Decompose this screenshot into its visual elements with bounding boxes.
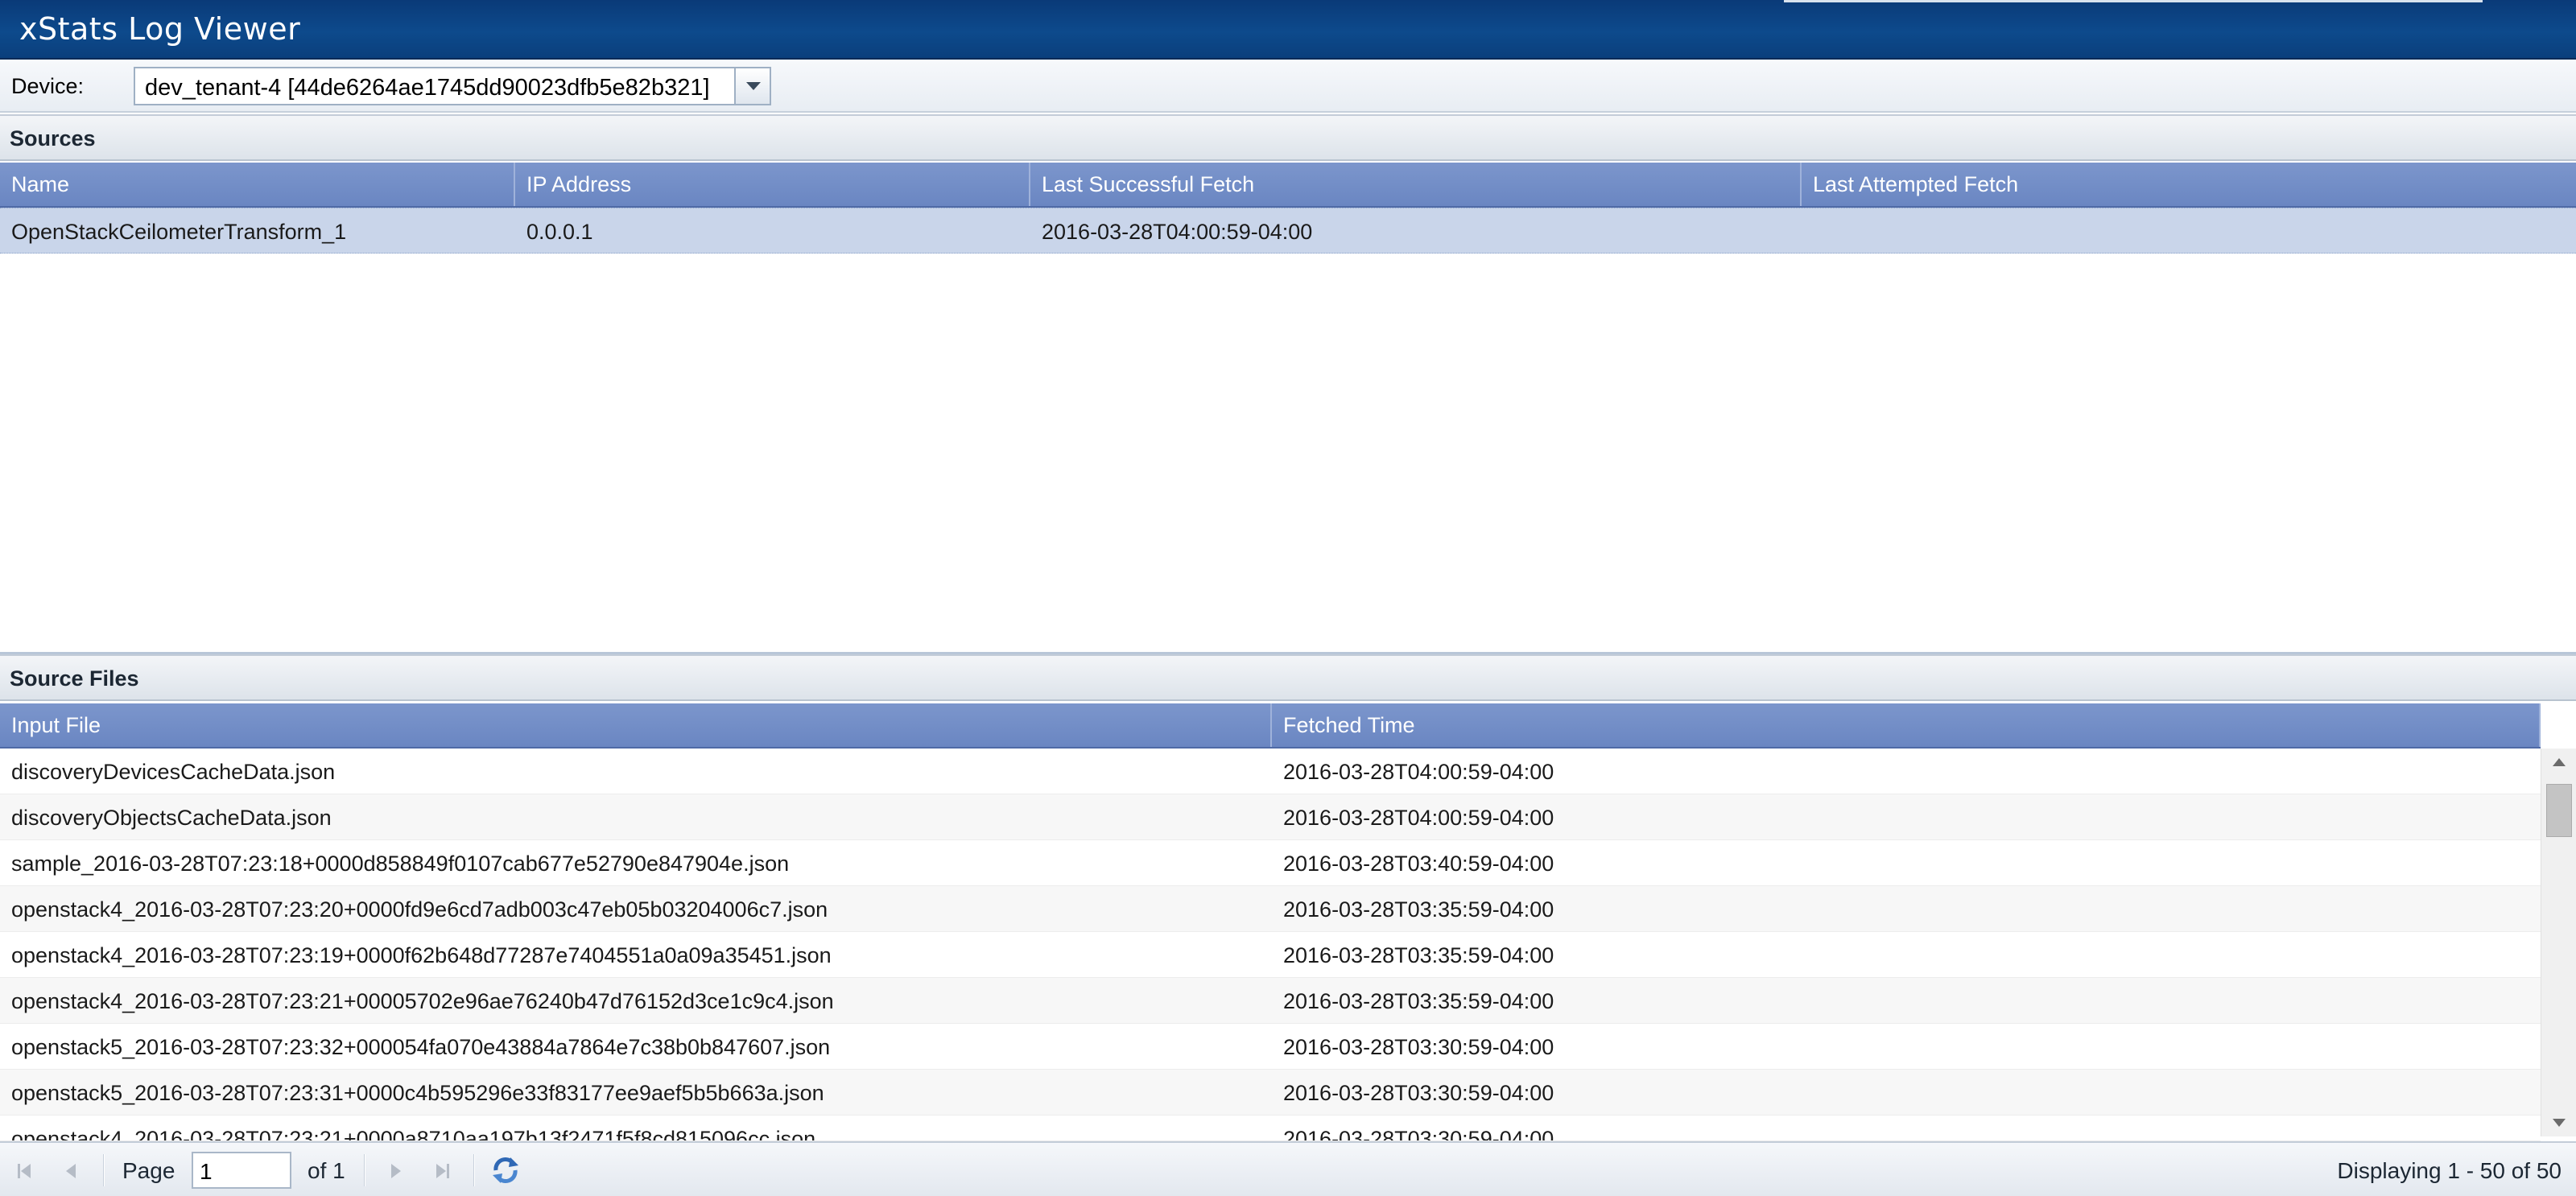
input-file-cell: openstack5_2016-03-28T07:23:31+0000c4b59… — [11, 1081, 824, 1105]
device-bar: Device: dev_tenant-4 [44de6264ae1745dd90… — [0, 61, 2576, 113]
toolbar-separator — [364, 1154, 365, 1186]
previous-page-icon[interactable] — [58, 1157, 85, 1185]
table-row[interactable]: openstack5_2016-03-28T07:23:32+000054fa0… — [0, 1024, 2541, 1070]
device-value[interactable]: dev_tenant-4 [44de6264ae1745dd90023dfb5e… — [145, 75, 710, 101]
column-header-name[interactable]: Name — [0, 163, 515, 206]
paging-display-text: Displaying 1 - 50 of 50 — [2337, 1158, 2562, 1183]
refresh-icon[interactable] — [489, 1154, 522, 1186]
source-files-grid-header: Input File Fetched Time — [0, 703, 2541, 749]
fetched-time-cell: 2016-03-28T03:35:59-04:00 — [1283, 989, 1554, 1013]
input-file-cell: sample_2016-03-28T07:23:18+0000d858849f0… — [11, 852, 790, 876]
title-bar: xStats Log Viewer — [0, 0, 2576, 60]
fetched-time-cell: 2016-03-28T03:35:59-04:00 — [1283, 943, 1554, 967]
toolbar-separator — [473, 1154, 475, 1186]
input-file-cell: openstack5_2016-03-28T07:23:32+000054fa0… — [11, 1035, 831, 1059]
sources-grid-header: Name IP Address Last Successful Fetch La… — [0, 163, 2576, 208]
scroll-down-icon[interactable] — [2553, 1119, 2566, 1127]
input-file-cell: openstack4_2016-03-28T07:23:21+00005702e… — [11, 989, 834, 1013]
column-header-fetched-time[interactable]: Fetched Time — [1272, 703, 2541, 747]
first-page-icon[interactable] — [11, 1157, 39, 1185]
chevron-down-icon[interactable] — [734, 68, 770, 104]
input-file-cell: openstack4_2016-03-28T07:23:19+0000f62b6… — [11, 943, 832, 967]
fetched-time-cell: 2016-03-28T03:30:59-04:00 — [1283, 1081, 1554, 1105]
source-name-cell: OpenStackCeilometerTransform_1 — [11, 220, 347, 244]
column-header-ip-address[interactable]: IP Address — [515, 163, 1030, 206]
next-page-icon[interactable] — [382, 1157, 409, 1185]
fetched-time-cell: 2016-03-28T04:00:59-04:00 — [1283, 760, 1554, 784]
app-title: xStats Log Viewer — [19, 11, 301, 47]
sources-table-row[interactable]: OpenStackCeilometerTransform_1 0.0.0.1 2… — [0, 208, 2576, 254]
last-page-icon[interactable] — [428, 1157, 456, 1185]
source-ip-cell: 0.0.0.1 — [526, 220, 593, 244]
table-row[interactable]: openstack5_2016-03-28T07:23:31+0000c4b59… — [0, 1070, 2541, 1116]
table-row[interactable]: openstack4_2016-03-28T07:23:21+0000a8710… — [0, 1116, 2541, 1141]
column-header-input-file[interactable]: Input File — [0, 703, 1272, 747]
sources-panel-header: Sources — [0, 114, 2576, 161]
input-file-cell: openstack4_2016-03-28T07:23:21+0000a8710… — [11, 1127, 816, 1141]
table-row[interactable]: openstack4_2016-03-28T07:23:19+0000f62b6… — [0, 932, 2541, 978]
table-row[interactable]: discoveryDevicesCacheData.json 2016-03-2… — [0, 749, 2541, 794]
fetched-time-cell: 2016-03-28T03:30:59-04:00 — [1283, 1035, 1554, 1059]
paging-toolbar: Page 1 of 1 Displaying 1 - 50 of 50 — [0, 1141, 2576, 1196]
column-header-last-successful-fetch[interactable]: Last Successful Fetch — [1030, 163, 1802, 206]
input-file-cell: openstack4_2016-03-28T07:23:20+0000fd9e6… — [11, 897, 828, 922]
page-count-label: of 1 — [308, 1158, 345, 1183]
fetched-time-cell: 2016-03-28T03:35:59-04:00 — [1283, 897, 1554, 922]
device-label: Device: — [11, 74, 85, 98]
scrollbar-thumb[interactable] — [2546, 784, 2572, 837]
column-header-last-attempted-fetch[interactable]: Last Attempted Fetch — [1802, 163, 2576, 206]
table-row[interactable]: discoveryObjectsCacheData.json 2016-03-2… — [0, 794, 2541, 840]
device-combobox[interactable]: dev_tenant-4 [44de6264ae1745dd90023dfb5e… — [134, 67, 771, 105]
fetched-time-cell: 2016-03-28T03:40:59-04:00 — [1283, 852, 1554, 876]
fetched-time-cell: 2016-03-28T03:30:59-04:00 — [1283, 1127, 1554, 1141]
source-files-panel-title: Source Files — [10, 666, 139, 691]
page-number-input[interactable]: 1 — [192, 1152, 291, 1189]
sources-panel-title: Sources — [10, 126, 96, 151]
table-row[interactable]: openstack4_2016-03-28T07:23:21+00005702e… — [0, 978, 2541, 1024]
page-label: Page — [122, 1158, 175, 1183]
table-row[interactable]: sample_2016-03-28T07:23:18+0000d858849f0… — [0, 840, 2541, 886]
source-files-panel-header: Source Files — [0, 654, 2576, 701]
fetched-time-cell: 2016-03-28T04:00:59-04:00 — [1283, 806, 1554, 830]
source-files-scrollbar[interactable] — [2541, 749, 2576, 1136]
table-row[interactable]: openstack4_2016-03-28T07:23:20+0000fd9e6… — [0, 886, 2541, 932]
title-bar-strip — [1784, 0, 2483, 2]
input-file-cell: discoveryObjectsCacheData.json — [11, 806, 332, 830]
scroll-up-icon[interactable] — [2553, 758, 2566, 766]
toolbar-separator — [103, 1154, 105, 1186]
input-file-cell: discoveryDevicesCacheData.json — [11, 760, 336, 784]
source-last-success-cell: 2016-03-28T04:00:59-04:00 — [1042, 220, 1313, 244]
